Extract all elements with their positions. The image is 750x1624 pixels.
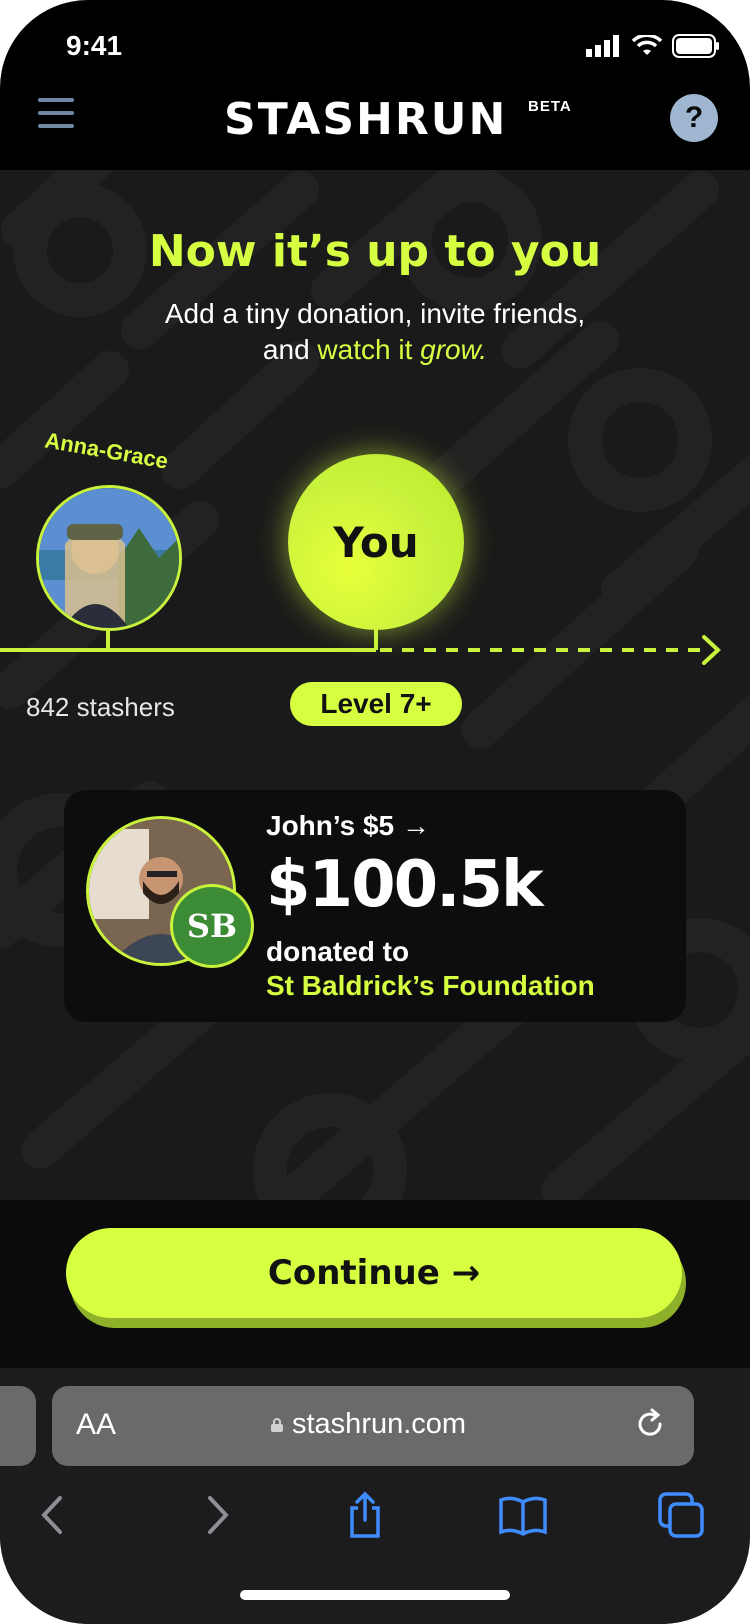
bookmarks-icon[interactable] — [498, 1490, 548, 1540]
status-bar: 9:41 — [0, 0, 750, 90]
menu-icon[interactable] — [38, 98, 74, 132]
subheading-line1: Add a tiny donation, invite friends, — [164, 298, 586, 329]
help-icon[interactable]: ? — [670, 94, 718, 142]
stashers-count: 842 stashers — [26, 692, 175, 722]
forward-icon[interactable] — [190, 1490, 240, 1540]
you-label: You — [333, 517, 419, 567]
lock-icon — [271, 1418, 283, 1432]
headline: Now it’s up to you — [148, 226, 602, 277]
foundation-name[interactable]: St Baldrick’s Foundation — [266, 970, 595, 1002]
reload-icon[interactable] — [632, 1406, 668, 1442]
status-time: 9:41 — [66, 30, 123, 61]
status-icons — [586, 34, 720, 58]
progress-track — [0, 625, 721, 665]
previous-tab[interactable] — [0, 1386, 36, 1466]
donation-card: SB John’s $5 → $100.5k donated to St Bal… — [64, 790, 686, 1022]
browser-nav-buttons — [0, 1490, 750, 1550]
home-indicator[interactable] — [240, 1590, 510, 1600]
share-icon[interactable] — [340, 1490, 390, 1540]
level-badge: Level 7+ — [290, 682, 462, 726]
you-node: You — [288, 454, 464, 630]
donation-amount: $100.5k — [266, 848, 544, 922]
grow-text: grow. — [420, 334, 488, 365]
main-content: Now it’s up to you Add a tiny donation, … — [0, 170, 750, 1200]
anna-grace-avatar[interactable] — [36, 485, 182, 631]
reader-aa-button[interactable]: AA — [76, 1408, 116, 1442]
wifi-icon — [632, 35, 662, 55]
address-bar[interactable]: AA stashrun.com — [52, 1386, 694, 1466]
url-text[interactable]: stashrun.com — [292, 1408, 466, 1441]
back-icon[interactable] — [30, 1490, 80, 1540]
battery-icon — [672, 34, 719, 58]
signal-icon — [586, 35, 619, 57]
watch-text: watch it — [317, 334, 421, 365]
phone-screen: 9:41 STASHRUN BETA ? Now it’s up to you … — [0, 0, 750, 1624]
continue-button[interactable]: Continue → — [66, 1228, 682, 1318]
subheading-line2: and watch it grow. — [262, 334, 488, 365]
foundation-logo-icon: SB — [170, 884, 254, 968]
anna-grace-photo — [39, 488, 179, 628]
tabs-icon[interactable] — [656, 1490, 706, 1540]
subheading: Add a tiny donation, invite friends, and… — [0, 296, 750, 368]
donated-to-label: donated to — [266, 936, 410, 967]
app-logo: STASHRUN — [224, 94, 508, 145]
john-donation-line: John’s $5 → — [266, 810, 430, 841]
beta-badge: BETA — [528, 98, 572, 115]
